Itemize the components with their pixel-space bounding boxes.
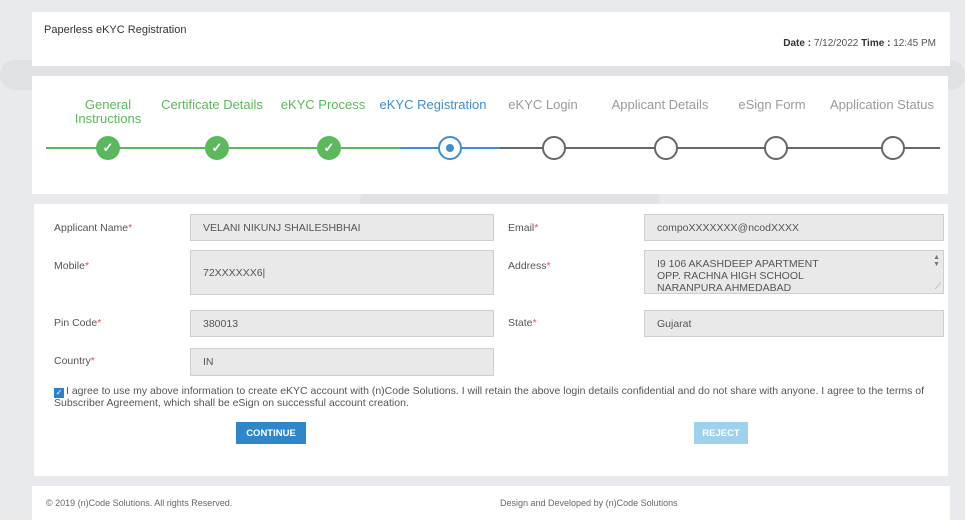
agreement-text: I agree to use my above information to c…	[54, 385, 924, 409]
check-icon: ✓	[96, 136, 120, 160]
continue-button[interactable]: CONTINUE	[236, 422, 306, 444]
step-label-general-instructions: General Instructions	[74, 97, 142, 126]
pending-step-icon	[542, 136, 566, 160]
header-bar: Paperless eKYC Registration Date : 7/12/…	[32, 12, 950, 66]
applicant-name-label: Applicant Name*	[54, 222, 133, 234]
date-time: Date : 7/12/2022 Time : 12:45 PM	[783, 38, 936, 49]
check-icon: ✓	[317, 136, 341, 160]
pin-code-label: Pin Code*	[54, 317, 102, 329]
country-label: Country*	[54, 355, 95, 367]
mobile-label: Mobile*	[54, 260, 90, 272]
state-field[interactable]: Gujarat	[644, 310, 944, 337]
step-label-ekyc-process: eKYC Process	[280, 97, 366, 112]
resize-grip-icon[interactable]: ⟋	[935, 280, 941, 292]
current-step-icon	[438, 136, 462, 160]
address-label: Address*	[508, 260, 551, 272]
step-label-esign-form: eSign Form	[738, 97, 806, 112]
scroll-arrows-icon[interactable]: ▲ ▼	[933, 254, 940, 268]
pending-step-icon	[881, 136, 905, 160]
email-field[interactable]: compoXXXXXXX@ncodXXXX	[644, 214, 944, 241]
reject-button[interactable]: REJECT	[694, 422, 748, 444]
stepper-line-todo	[500, 147, 940, 149]
step-label-application-status: Application Status	[829, 97, 935, 112]
copyright-text: © 2019 (n)Code Solutions. All rights Res…	[46, 498, 233, 508]
registration-form: Applicant Name* VELANI NIKUNJ SHAILESHBH…	[34, 204, 948, 476]
step-label-ekyc-login: eKYC Login	[508, 97, 578, 112]
mobile-field[interactable]: 72XXXXXX6|	[190, 250, 494, 295]
pending-step-icon	[764, 136, 788, 160]
country-field[interactable]: IN	[190, 348, 494, 376]
step-label-ekyc-registration: eKYC Registration	[379, 97, 487, 112]
state-label: State*	[508, 317, 537, 329]
step-label-applicant-details: Applicant Details	[611, 97, 709, 112]
progress-stepper: General Instructions Certificate Details…	[32, 76, 948, 194]
footer: © 2019 (n)Code Solutions. All rights Res…	[32, 486, 950, 520]
pending-step-icon	[654, 136, 678, 160]
credit-text: Design and Developed by (n)Code Solution…	[500, 498, 678, 508]
agreement-row: ✓ I agree to use my above information to …	[54, 386, 934, 409]
pin-code-field[interactable]: 380013	[190, 310, 494, 337]
check-icon: ✓	[205, 136, 229, 160]
address-textarea[interactable]: I9 106 AKASHDEEP APARTMENT OPP. RACHNA H…	[644, 250, 944, 294]
app-title: Paperless eKYC Registration	[44, 24, 187, 36]
email-label: Email*	[508, 222, 539, 234]
applicant-name-field[interactable]: VELANI NIKUNJ SHAILESHBHAI	[190, 214, 494, 241]
step-label-certificate-details: Certificate Details	[161, 97, 263, 112]
